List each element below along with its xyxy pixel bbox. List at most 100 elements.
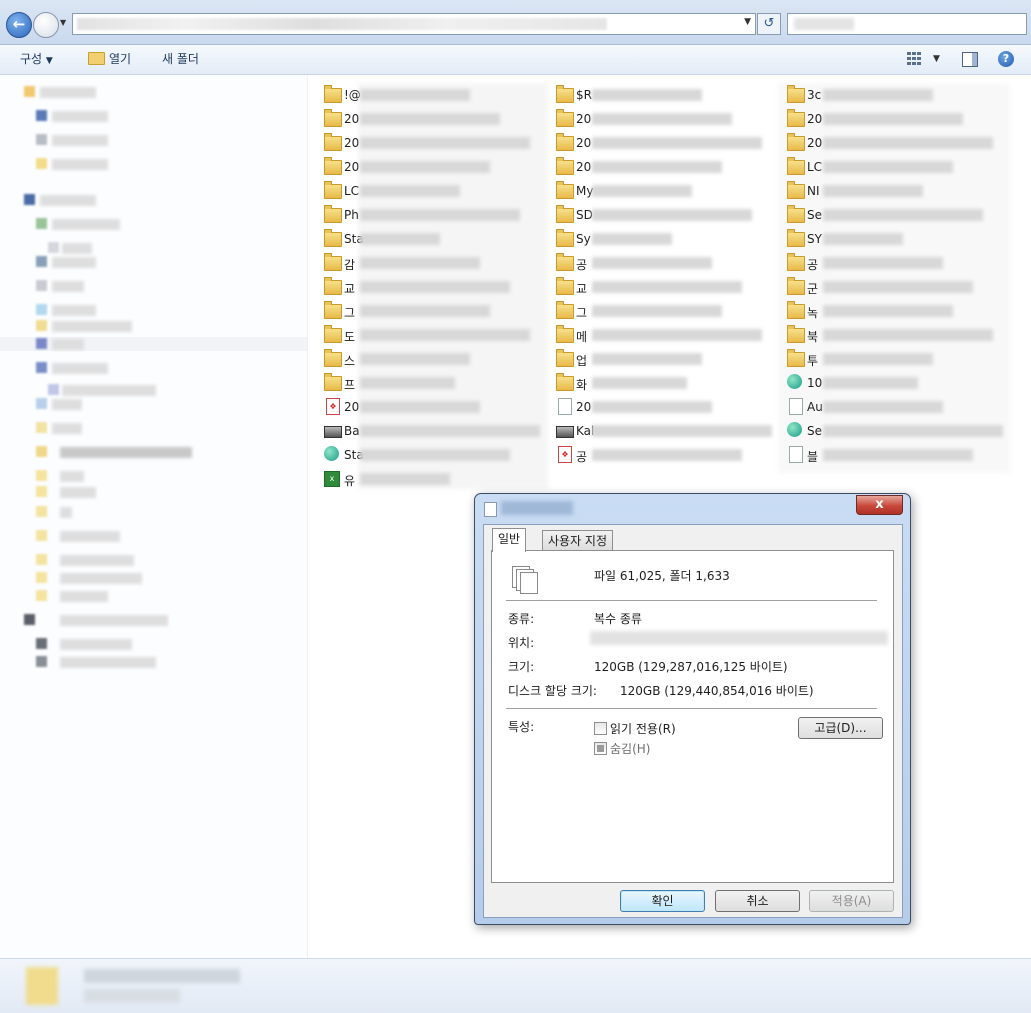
file-item[interactable]: $R — [552, 83, 778, 107]
file-item-name: 그 — [344, 306, 356, 320]
file-item[interactable]: 감 — [320, 251, 546, 275]
nav-item-label — [52, 321, 132, 332]
file-item[interactable]: 20 — [320, 131, 546, 155]
readonly-label[interactable]: 읽기 전용(R) — [610, 720, 676, 737]
file-item[interactable]: 프 — [320, 371, 546, 395]
file-column-3: 3c 20 20 LC NI Se SY 공 군 녹 북 투 10 Au Se 블 — [783, 83, 1009, 467]
file-item[interactable]: Sy — [552, 227, 778, 251]
type-label: 종류: — [508, 612, 535, 626]
address-input[interactable]: ▼ — [72, 13, 756, 35]
file-item-name: 공 — [576, 258, 588, 272]
file-item[interactable]: !@ — [320, 83, 546, 107]
file-item[interactable]: 그 — [320, 299, 546, 323]
forward-button[interactable] — [33, 12, 59, 38]
file-item[interactable]: 공 — [783, 251, 1009, 275]
file-item-name-blurred — [592, 209, 752, 221]
file-item[interactable]: 군 — [783, 275, 1009, 299]
file-item[interactable]: ❖ 공 — [552, 443, 778, 467]
navigation-pane[interactable] — [0, 75, 308, 958]
open-button[interactable]: 열기 — [88, 45, 131, 74]
file-item[interactable]: LC — [320, 179, 546, 203]
file-item[interactable]: 메 — [552, 323, 778, 347]
close-button[interactable]: x — [856, 495, 903, 515]
file-item[interactable]: SD — [552, 203, 778, 227]
file-item[interactable]: 10 — [783, 371, 1009, 395]
nav-item-icon — [36, 398, 47, 409]
file-item[interactable]: Ba — [320, 419, 546, 443]
file-item[interactable]: Sta — [320, 443, 546, 467]
file-item-name-blurred — [360, 281, 510, 293]
cancel-button[interactable]: 취소 — [715, 890, 800, 912]
preview-pane-icon[interactable] — [962, 52, 978, 67]
file-item[interactable]: 그 — [552, 299, 778, 323]
file-item[interactable]: 20 — [552, 131, 778, 155]
advanced-button[interactable]: 고급(D)... — [798, 717, 883, 739]
nav-item-selected[interactable] — [0, 337, 307, 351]
file-item[interactable]: Sta — [320, 227, 546, 251]
nav-item-label — [60, 507, 72, 518]
file-item[interactable]: x유 — [320, 467, 546, 491]
command-bar: 구성 ▼ 열기 새 폴더 ▼ ? — [0, 45, 1031, 75]
new-folder-button[interactable]: 새 폴더 — [162, 45, 199, 74]
hidden-label[interactable]: 숨김(H) — [610, 740, 650, 757]
file-item[interactable]: 3c — [783, 83, 1009, 107]
nav-item-label — [60, 531, 120, 542]
ok-button[interactable]: 확인 — [620, 890, 705, 912]
file-item[interactable]: Ph — [320, 203, 546, 227]
file-item[interactable]: 교 — [320, 275, 546, 299]
file-item[interactable]: 20 — [552, 155, 778, 179]
file-item[interactable]: 공 — [552, 251, 778, 275]
hidden-checkbox[interactable] — [594, 742, 607, 755]
file-item[interactable]: Se — [783, 203, 1009, 227]
folder-icon — [556, 157, 574, 175]
file-item-name-blurred — [592, 233, 672, 245]
file-item[interactable]: 투 — [783, 347, 1009, 371]
search-input[interactable] — [787, 13, 1027, 35]
file-item[interactable]: 20 — [783, 131, 1009, 155]
folder-icon — [556, 109, 574, 127]
nav-item-label — [62, 243, 92, 254]
tab-custom[interactable]: 사용자 지정 — [542, 530, 614, 551]
recent-pages-dropdown[interactable]: ▼ — [60, 18, 66, 27]
view-options-icon[interactable] — [907, 52, 921, 66]
file-item[interactable]: 도 — [320, 323, 546, 347]
apply-button[interactable]: 적용(A) — [809, 890, 894, 912]
file-item[interactable]: 블 — [783, 443, 1009, 467]
file-item[interactable]: ❖ 20 — [320, 395, 546, 419]
file-column-2: $R 20 20 20 My SD Sy 공 교 그 메 업 화 20 Kal ❖ 공 — [552, 83, 778, 467]
file-item[interactable]: My — [552, 179, 778, 203]
nav-item-label — [60, 471, 84, 482]
file-item[interactable]: 북 — [783, 323, 1009, 347]
file-item[interactable]: 교 — [552, 275, 778, 299]
file-item-name-blurred — [823, 233, 903, 245]
address-dropdown-icon[interactable]: ▼ — [744, 17, 751, 27]
help-icon[interactable]: ? — [998, 51, 1014, 67]
file-item[interactable]: 20 — [320, 155, 546, 179]
file-item[interactable]: NI — [783, 179, 1009, 203]
file-item[interactable]: 20 — [552, 107, 778, 131]
nav-item-label — [40, 195, 96, 206]
file-item[interactable]: 업 — [552, 347, 778, 371]
file-item[interactable]: Se — [783, 419, 1009, 443]
readonly-checkbox[interactable] — [594, 722, 607, 735]
doc-icon — [789, 446, 803, 463]
file-item-name: 프 — [344, 378, 356, 392]
file-item[interactable]: 20 — [783, 107, 1009, 131]
file-item[interactable]: 20 — [320, 107, 546, 131]
file-item[interactable]: Au — [783, 395, 1009, 419]
file-item[interactable]: SY — [783, 227, 1009, 251]
nav-item-label — [52, 305, 96, 316]
folder-icon — [324, 205, 342, 223]
file-item[interactable]: 녹 — [783, 299, 1009, 323]
file-item[interactable]: 20 — [552, 395, 778, 419]
file-item[interactable]: 화 — [552, 371, 778, 395]
tab-general[interactable]: 일반 — [492, 528, 527, 552]
file-item[interactable]: Kal — [552, 419, 778, 443]
view-dropdown-icon[interactable]: ▼ — [933, 45, 940, 74]
refresh-icon[interactable]: ↺ — [757, 13, 781, 35]
back-button[interactable]: ← — [6, 12, 32, 38]
file-item[interactable]: 스 — [320, 347, 546, 371]
file-item[interactable]: LC — [783, 155, 1009, 179]
nav-item-label — [60, 487, 96, 498]
organize-button[interactable]: 구성 ▼ — [20, 45, 53, 74]
